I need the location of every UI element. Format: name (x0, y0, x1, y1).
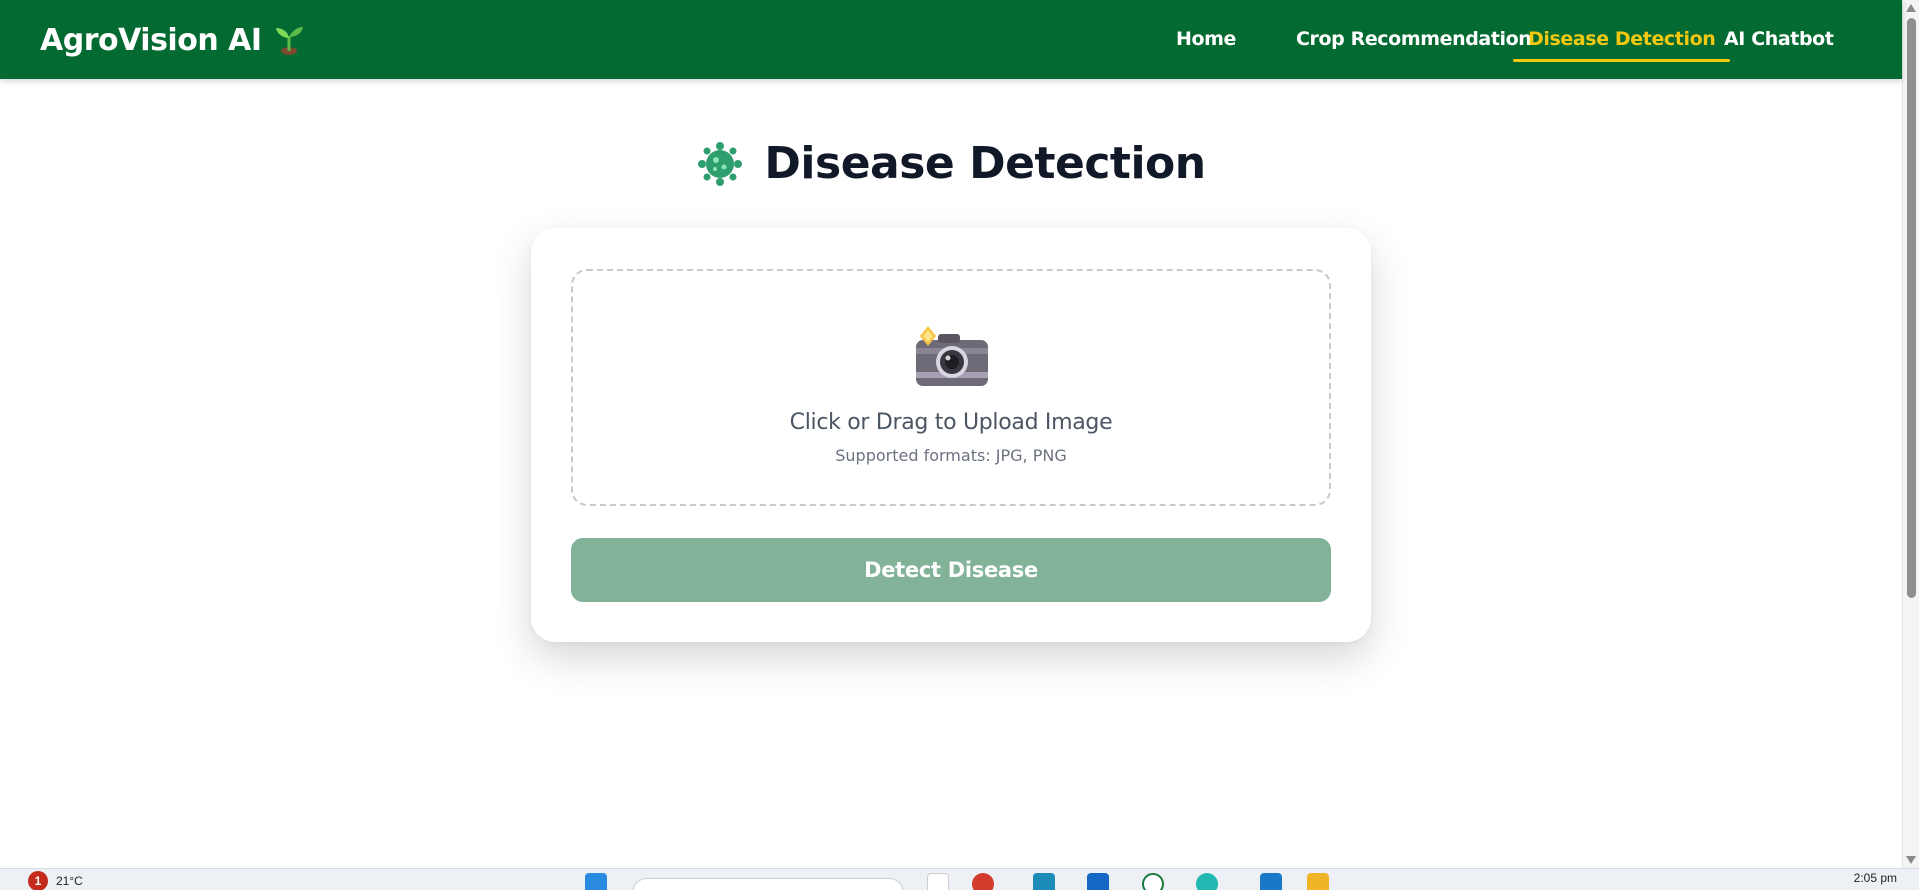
nav-link-home[interactable]: Home (1176, 28, 1236, 62)
image-upload-dropzone[interactable]: Click or Drag to Upload Image Supported … (571, 269, 1331, 506)
page-title-row: Disease Detection (0, 138, 1902, 189)
vertical-scrollbar[interactable] (1902, 0, 1919, 868)
upload-card: Click or Drag to Upload Image Supported … (531, 228, 1371, 642)
scroll-up-arrow-icon[interactable] (1906, 4, 1916, 12)
app-icon[interactable] (1196, 873, 1218, 890)
detect-disease-button[interactable]: Detect Disease (571, 538, 1331, 602)
nav-link-disease-detection[interactable]: Disease Detection (1512, 28, 1731, 62)
scroll-thumb[interactable] (1907, 18, 1916, 598)
brand-name: AgroVision AI (40, 22, 262, 58)
camera-with-flash-icon (916, 326, 988, 386)
nav-link-ai-chatbot[interactable]: AI Chatbot (1724, 28, 1834, 62)
microbe-icon (698, 141, 743, 186)
store-icon[interactable] (1033, 873, 1055, 890)
vscode-icon[interactable] (1260, 873, 1282, 890)
chrome-icon[interactable] (972, 873, 994, 890)
page-title: Disease Detection (764, 138, 1206, 189)
weather-widget[interactable]: 1 21°C (28, 871, 83, 890)
taskbar-search-input[interactable] (632, 878, 904, 890)
top-navbar: AgroVision AI Home Crop Recommendation D… (0, 0, 1902, 79)
notification-badge: 1 (28, 871, 48, 890)
windows-start-icon[interactable] (585, 873, 607, 890)
folder-icon[interactable] (1307, 873, 1329, 890)
xbox-icon[interactable] (1142, 873, 1164, 890)
nav-link-crop-recommendation[interactable]: Crop Recommendation (1296, 28, 1532, 62)
os-taskbar: 1 21°C 2:05 pm (0, 868, 1919, 890)
weather-temperature: 21°C (56, 874, 83, 888)
app-page: AgroVision AI Home Crop Recommendation D… (0, 0, 1919, 890)
scroll-down-arrow-icon[interactable] (1906, 856, 1916, 864)
mail-icon[interactable] (1087, 873, 1109, 890)
brand-logo[interactable]: AgroVision AI (40, 20, 304, 60)
taskbar-clock[interactable]: 2:05 pm (1854, 871, 1897, 885)
seedling-icon (275, 27, 303, 55)
file-icon[interactable] (927, 873, 949, 890)
upload-title: Click or Drag to Upload Image (789, 410, 1113, 435)
upload-supported-formats: Supported formats: JPG, PNG (835, 446, 1067, 465)
